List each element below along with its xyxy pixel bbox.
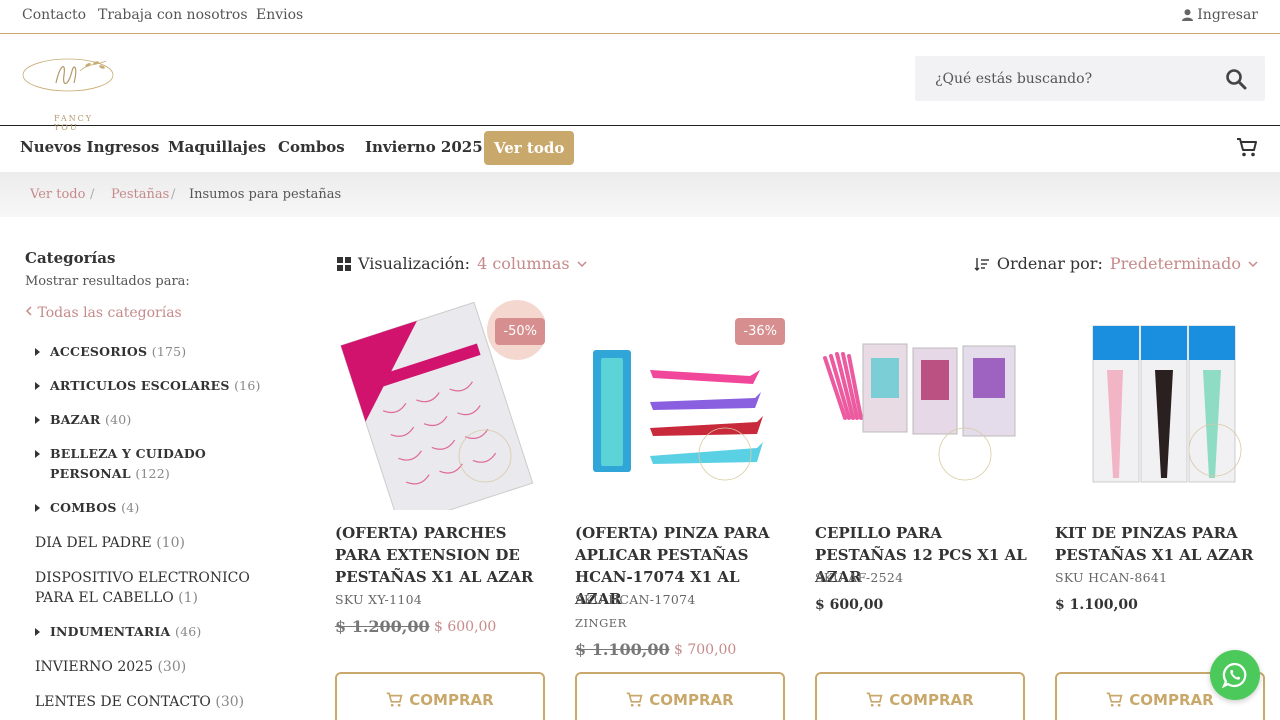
user-icon	[1182, 9, 1194, 21]
cart-icon	[867, 692, 883, 707]
all-categories-link[interactable]: Todas las categorías	[25, 305, 182, 321]
jobs-link[interactable]: Trabaja con nosotros	[98, 7, 248, 23]
cart-icon[interactable]	[1236, 136, 1258, 158]
search-box	[915, 56, 1265, 101]
nav-new-arrivals[interactable]: Nuevos Ingresos	[20, 138, 159, 156]
product-name[interactable]: (OFERTA) PARCHES PARA EXTENSION DE PESTA…	[335, 522, 550, 588]
buy-button[interactable]: COMPRAR	[575, 672, 785, 720]
search-input[interactable]	[915, 56, 1215, 101]
caret-right-icon[interactable]	[35, 628, 40, 636]
product-image[interactable]: -36%	[575, 298, 785, 510]
breadcrumb-eyelashes[interactable]: Pestañas	[111, 187, 169, 202]
login-label: Ingresar	[1197, 7, 1258, 23]
sort-selector[interactable]: Ordenar por: Predeterminado	[974, 254, 1258, 273]
whatsapp-button[interactable]	[1210, 650, 1260, 700]
search-icon[interactable]	[1225, 68, 1247, 90]
product-brand: ZINGER	[575, 616, 627, 630]
chevron-left-icon	[25, 306, 32, 316]
product-price: $ 1.100,00	[1055, 597, 1138, 613]
product-price: $ 600,00	[815, 597, 884, 613]
chevron-down-icon	[577, 260, 587, 267]
categories-title: Categorías	[25, 249, 116, 267]
buy-button[interactable]: COMPRAR	[335, 672, 545, 720]
cart-icon	[627, 692, 643, 707]
chevron-down-icon	[1248, 260, 1258, 267]
contact-link[interactable]: Contacto	[22, 7, 86, 23]
caret-right-icon[interactable]	[35, 504, 40, 512]
product-price: $ 700,00	[674, 642, 737, 658]
category-item[interactable]: BELLEZA Y CUIDADO PERSONAL (122)	[50, 444, 280, 484]
product-image[interactable]	[815, 298, 1025, 510]
category-item[interactable]: LENTES DE CONTACTO (30)	[35, 692, 244, 712]
caret-right-icon[interactable]	[35, 348, 40, 356]
grid-icon	[337, 256, 351, 271]
product-card[interactable]: -36% (OFERTA) PINZA PARA APLICAR PESTAÑA…	[575, 298, 785, 720]
view-selector[interactable]: Visualización: 4 columnas	[337, 254, 587, 273]
all-categories-label: Todas las categorías	[37, 305, 182, 321]
tweezer-kit-image	[1092, 325, 1242, 483]
product-old-price: $ 1.100,00	[575, 640, 670, 659]
brand-logo[interactable]: FANCY YOU	[16, 53, 120, 132]
product-sku: SKU XY-1104	[335, 592, 423, 607]
buy-label: COMPRAR	[409, 691, 494, 709]
login-link[interactable]: Ingresar	[1182, 7, 1258, 23]
cart-icon	[1107, 692, 1123, 707]
breadcrumb-separator: /	[171, 187, 176, 202]
sort-value: Predeterminado	[1109, 254, 1241, 273]
shipping-link[interactable]: Envios	[256, 7, 303, 23]
categories-subtitle: Mostrar resultados para:	[25, 274, 190, 289]
whatsapp-icon	[1221, 662, 1247, 689]
discount-badge: -36%	[735, 318, 785, 345]
product-card[interactable]: -50% (OFERTA) PARCHES PARA EXTENSION DE …	[335, 298, 545, 720]
logo-mark	[22, 58, 114, 92]
product-name[interactable]: KIT DE PINZAS PARA PESTAÑAS X1 AL AZAR	[1055, 522, 1270, 566]
product-sku: SKU AF-2524	[815, 570, 904, 585]
nav-combos[interactable]: Combos	[278, 138, 345, 156]
product-image[interactable]: -50%	[335, 298, 545, 510]
product-sku: SKU HCAN-17074	[575, 592, 696, 607]
nav-winter-2025[interactable]: Invierno 2025	[365, 138, 483, 156]
category-item[interactable]: ARTICULOS ESCOLARES (16)	[50, 376, 261, 396]
breadcrumb-separator: /	[90, 187, 95, 202]
category-item[interactable]: DISPOSITIVO ELECTRONICO PARA EL CABELLO …	[35, 568, 285, 608]
breadcrumb-view-all[interactable]: Ver todo	[30, 187, 85, 202]
caret-right-icon[interactable]	[35, 382, 40, 390]
product-sku: SKU HCAN-8641	[1055, 570, 1168, 585]
sort-label: Ordenar por:	[996, 254, 1103, 273]
buy-label: COMPRAR	[889, 691, 974, 709]
product-card[interactable]: CEPILLO PARA PESTAÑAS 12 PCS X1 AL AZAR …	[815, 298, 1027, 720]
nav-makeup[interactable]: Maquillajes	[168, 138, 266, 156]
lash-brushes-image	[823, 343, 1016, 481]
view-value: 4 columnas	[477, 254, 570, 273]
breadcrumb: Ver todo / Pestañas / Insumos para pesta…	[0, 172, 1280, 217]
product-price: $ 600,00	[434, 619, 497, 635]
breadcrumb-current: Insumos para pestañas	[189, 187, 342, 202]
category-item[interactable]: DIA DEL PADRE (10)	[35, 533, 185, 553]
category-item[interactable]: INVIERNO 2025 (30)	[35, 657, 186, 677]
product-image[interactable]	[1055, 298, 1265, 510]
nav-view-all-button[interactable]: Ver todo	[484, 131, 575, 165]
main-nav: Nuevos Ingresos Maquillajes Combos Invie…	[0, 126, 1280, 172]
category-item[interactable]: ACCESORIOS (175)	[50, 342, 186, 362]
sort-icon	[974, 257, 989, 271]
caret-right-icon[interactable]	[35, 450, 40, 458]
product-card[interactable]: KIT DE PINZAS PARA PESTAÑAS X1 AL AZAR S…	[1055, 298, 1265, 720]
buy-label: COMPRAR	[649, 691, 734, 709]
view-label: Visualización:	[358, 254, 471, 273]
product-old-price: $ 1.200,00	[335, 617, 430, 636]
buy-button[interactable]: COMPRAR	[815, 672, 1025, 720]
caret-right-icon[interactable]	[35, 416, 40, 424]
header: FANCY YOU	[0, 34, 1280, 132]
cart-icon	[387, 692, 403, 707]
category-item[interactable]: BAZAR (40)	[50, 410, 132, 430]
discount-badge: -50%	[495, 318, 545, 345]
top-bar: Contacto Trabaja con nosotros Envios Ing…	[0, 0, 1280, 34]
category-item[interactable]: INDUMENTARIA (46)	[50, 622, 202, 642]
category-item[interactable]: COMBOS (4)	[50, 498, 139, 518]
buy-label: COMPRAR	[1129, 691, 1214, 709]
